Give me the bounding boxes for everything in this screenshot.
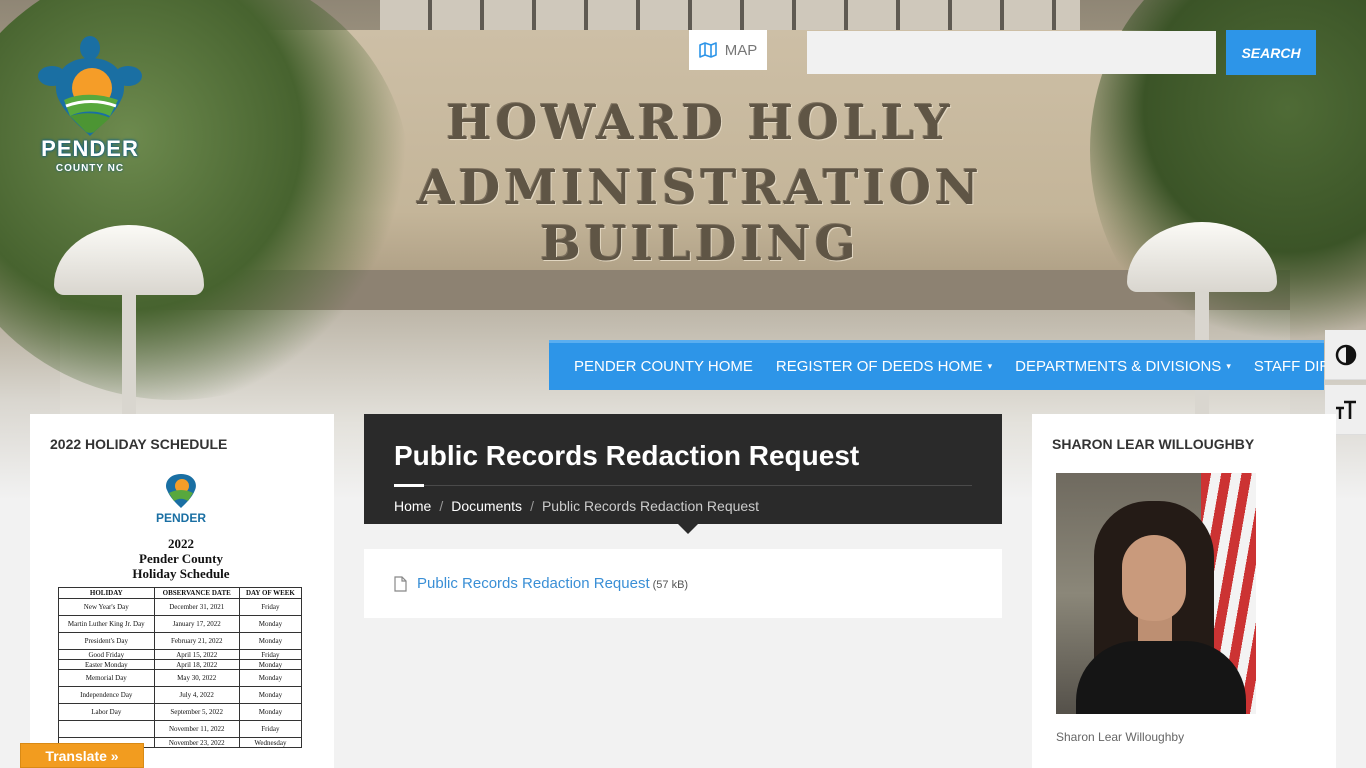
text-size-icon: [1335, 400, 1356, 419]
table-header-row: HOLIDAY OBSERVANCE DATE DAY OF WEEK: [58, 587, 303, 599]
logo-subtitle: COUNTY NC: [55, 163, 125, 174]
official-profile-widget: SHARON LEAR WILLOUGHBY Sharon Lear Willo…: [1032, 414, 1336, 768]
table-cell: [58, 720, 155, 738]
translate-button[interactable]: Translate »: [20, 743, 144, 768]
title-divider: [394, 485, 972, 486]
table-cell: December 31, 2021: [153, 598, 240, 616]
schedule-year: 2022: [168, 536, 194, 551]
document-list: Public Records Redaction Request (57 kB): [364, 549, 1002, 618]
table-header: DAY OF WEEK: [238, 587, 303, 599]
table-cell: Friday: [238, 598, 303, 616]
map-button[interactable]: MAP: [689, 30, 767, 70]
map-label: MAP: [724, 41, 758, 59]
table-cell: New Year's Day: [58, 598, 155, 616]
table-row: Memorial Day May 30, 2022 Monday: [58, 669, 303, 687]
table-cell: Friday: [238, 720, 303, 738]
widget-title: 2022 HOLIDAY SCHEDULE: [50, 436, 228, 452]
schedule-line1: Pender County: [139, 551, 223, 566]
site-logo[interactable]: PENDER COUNTY NC: [30, 36, 150, 186]
table-cell: Wednesday: [238, 737, 303, 748]
contrast-icon: [1335, 344, 1356, 365]
widget-title: SHARON LEAR WILLOUGHBY: [1052, 436, 1255, 452]
table-cell: Martin Luther King Jr. Day: [58, 615, 155, 633]
table-row: Labor Day September 5, 2022 Monday: [58, 703, 303, 721]
contrast-toggle-button[interactable]: [1325, 330, 1366, 380]
table-cell: Monday: [238, 632, 303, 650]
search-input[interactable]: [807, 31, 1216, 74]
table-row: President's Day February 21, 2022 Monday: [58, 632, 303, 650]
nav-item-label: PENDER COUNTY HOME: [574, 358, 753, 375]
document-item: Public Records Redaction Request (57 kB): [417, 575, 688, 593]
search-button[interactable]: SEARCH: [1226, 30, 1316, 75]
building-sign-line1: HOWARD HOLLY: [446, 95, 954, 151]
document-size: (57 kB): [652, 578, 689, 591]
table-cell: November 23, 2022: [153, 737, 240, 748]
nav-item-register-of-deeds-home[interactable]: REGISTER OF DEEDS HOME ▾: [776, 358, 992, 375]
breadcrumb-documents-link[interactable]: Documents: [451, 498, 522, 514]
table-cell: April 18, 2022: [153, 659, 240, 670]
table-cell: Memorial Day: [58, 669, 155, 687]
table-cell: July 4, 2022: [153, 686, 240, 704]
nav-item-label: DEPARTMENTS & DIVISIONS: [1015, 358, 1222, 375]
table-row: Easter Monday April 18, 2022 Monday: [58, 659, 303, 670]
table-cell: November 11, 2022: [153, 720, 240, 738]
schedule-logo-text: PENDER: [155, 511, 206, 525]
document-link[interactable]: Public Records Redaction Request: [417, 575, 650, 592]
portrait-body: [1076, 641, 1246, 714]
table-row: New Year's Day December 31, 2021 Friday: [58, 598, 303, 616]
table-cell: February 21, 2022: [153, 632, 240, 650]
portrait-caption: Sharon Lear Willoughby: [1056, 730, 1185, 744]
table-cell: Monday: [238, 686, 303, 704]
breadcrumb-current: Public Records Redaction Request: [541, 498, 760, 514]
logo-title: PENDER: [41, 136, 139, 161]
title-divider-accent: [394, 484, 424, 487]
building-sign-line2: ADMINISTRATION BUILDING: [417, 160, 983, 272]
table-row: Good Friday April 15, 2022 Friday: [58, 649, 303, 660]
table-cell: Labor Day: [58, 703, 155, 721]
pender-logo-icon: [166, 474, 196, 508]
chevron-down-icon: ▾: [1226, 361, 1231, 371]
chevron-down-icon: ▾: [987, 361, 993, 371]
header-pointer: [678, 524, 698, 534]
table-row: Independence Day July 4, 2022 Monday: [58, 686, 303, 704]
portrait-face: [1122, 535, 1186, 621]
table-cell: May 30, 2022: [153, 669, 240, 687]
table-cell: January 17, 2022: [153, 615, 240, 633]
turtle-logo-icon: [38, 36, 142, 136]
nav-item-pender-county-home[interactable]: PENDER COUNTY HOME: [574, 358, 753, 375]
schedule-line2: Holiday Schedule: [132, 566, 230, 581]
holiday-schedule-image[interactable]: PENDER 2022 Pender County Holiday Schedu…: [52, 468, 310, 768]
file-icon: [394, 575, 407, 592]
breadcrumb: Home / Documents / Public Records Redact…: [394, 498, 759, 514]
table-row: November 11, 2022 Friday: [58, 720, 303, 738]
breadcrumb-separator: /: [439, 498, 444, 514]
table-cell: Good Friday: [58, 649, 155, 660]
table-cell: Easter Monday: [58, 659, 155, 670]
schedule-table: HOLIDAY OBSERVANCE DATE DAY OF WEEK New …: [58, 587, 303, 748]
breadcrumb-home-link[interactable]: Home: [394, 498, 431, 514]
table-cell: Monday: [238, 659, 303, 670]
official-portrait[interactable]: [1056, 473, 1256, 714]
breadcrumb-separator: /: [530, 498, 534, 514]
page-title: Public Records Redaction Request: [394, 440, 860, 471]
nav-item-label: REGISTER OF DEEDS HOME: [775, 358, 983, 375]
nav-item-departments-divisions[interactable]: DEPARTMENTS & DIVISIONS ▾: [1015, 358, 1231, 375]
table-header: HOLIDAY: [58, 587, 155, 599]
main-nav: PENDER COUNTY HOME REGISTER OF DEEDS HOM…: [549, 340, 1366, 390]
table-cell: April 15, 2022: [153, 649, 240, 660]
table-row: Martin Luther King Jr. Day January 17, 20…: [58, 615, 303, 633]
map-icon: [698, 42, 717, 58]
building-roof: [380, 0, 1080, 30]
table-cell: Monday: [238, 615, 303, 633]
table-cell: September 5, 2022: [153, 703, 240, 721]
table-cell: Independence Day: [58, 686, 155, 704]
table-header: OBSERVANCE DATE: [153, 587, 240, 599]
table-cell: Friday: [238, 649, 303, 660]
table-cell: President's Day: [58, 632, 155, 650]
table-cell: Monday: [238, 703, 303, 721]
page-header: Public Records Redaction Request Home / …: [364, 414, 1002, 524]
table-cell: Monday: [238, 669, 303, 687]
